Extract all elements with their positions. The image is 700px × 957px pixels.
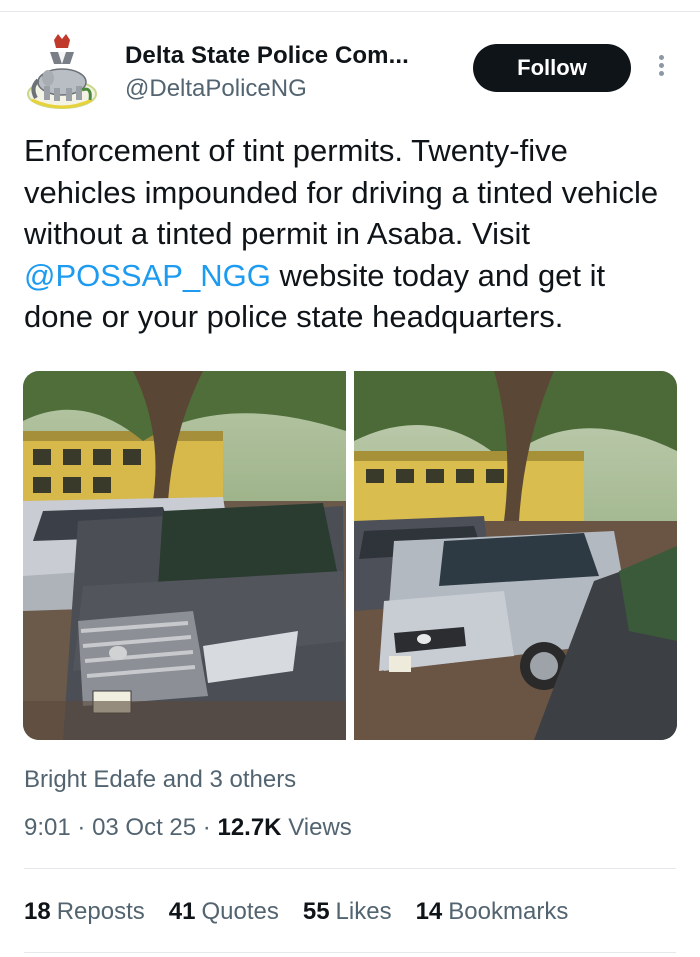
account-handle[interactable]: @DeltaPoliceNG [125,75,307,103]
reposts-stat[interactable]: 18 Reposts [24,898,145,926]
stats-divider-bottom [24,952,676,953]
stats-divider-top [24,868,676,869]
reposts-count: 18 [24,898,51,925]
engagement-stats: 18 Reposts 41 Quotes 55 Likes 14 Bookmarks [24,898,568,926]
meta-separator: · [77,814,86,841]
photo-2[interactable] [354,371,677,740]
tweet-time[interactable]: 9:01 [24,814,71,841]
bookmarks-stat[interactable]: 14 Bookmarks [416,898,569,926]
likes-count: 55 [302,898,330,925]
quotes-label: Quotes [201,898,279,925]
quotes-stat[interactable]: 41 Quotes [169,898,279,926]
photo-1[interactable] [23,371,346,740]
likes-stat[interactable]: 55 Likes [303,898,392,926]
bookmarks-label: Bookmarks [448,898,569,925]
reposts-label: Reposts [56,898,145,925]
tweet-text-start: Enforcement of tint permits. Twenty-five… [24,133,659,251]
likes-label: Likes [335,898,392,925]
views-count: 12.7K [217,814,282,841]
tweet-header: Delta State Police Com... @DeltaPoliceNG… [24,30,676,120]
tweet-meta: 9:01 · 03 Oct 25 · 12.7K Views [24,814,352,842]
more-options-icon[interactable] [650,52,672,84]
mention-link[interactable]: @POSSAP_NGG [24,258,271,293]
quotes-count: 41 [168,898,196,925]
views-label: Views [288,814,352,841]
tweet-text: Enforcement of tint permits. Twenty-five… [24,130,674,338]
impounded-lexus-photo-icon [354,371,677,740]
coat-of-arms-icon [27,34,97,109]
account-name[interactable]: Delta State Police Com... [125,42,409,70]
tweet-date[interactable]: 03 Oct 25 [92,814,196,841]
follow-button[interactable]: Follow [473,44,631,92]
impounded-toyota-photo-icon [23,371,346,740]
meta-separator: · [202,814,211,841]
top-divider [0,0,700,12]
liked-by-text[interactable]: Bright Edafe and 3 others [24,766,296,794]
avatar[interactable] [24,30,100,112]
media-grid [23,371,677,740]
bookmarks-count: 14 [415,898,443,925]
